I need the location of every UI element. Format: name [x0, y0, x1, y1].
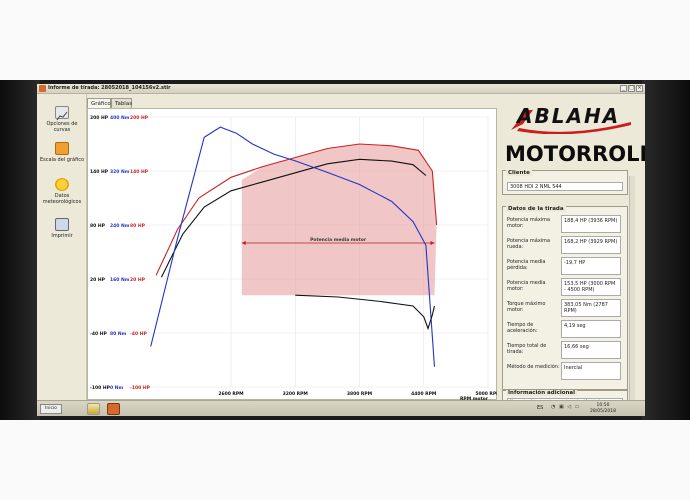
client-title: Cliente: [506, 170, 532, 176]
average-label: Potencia media motor: [310, 237, 367, 243]
tray-clock[interactable]: 10:50 28/05/2018: [585, 403, 621, 414]
right-panel-scrollbar[interactable]: [629, 176, 635, 402]
y-tick-label-hp: -100 HP: [90, 385, 111, 391]
tab-graficos[interactable]: Gráficos: [87, 98, 114, 108]
sidebar-item-label: Escala del gráfico: [39, 157, 85, 163]
sidebar-item-label: Datos meteorológicos: [42, 193, 82, 205]
tray-icons[interactable]: ◔ ▣ ◁ ▭: [551, 404, 580, 410]
chart-panel: Potencia media motor 200 HP 400 Nm 200 HP 14…: [87, 108, 498, 401]
window-title: Informe de tirada: 28052018_104156v2.sti…: [48, 85, 171, 91]
y-tick-label-hp-red: 140 HP: [130, 169, 149, 175]
accel-time-value: 4,19 seg: [561, 320, 621, 338]
avg-loss-power-label: Potencia media pérdida:: [507, 259, 546, 271]
max-torque-label: Torque máximo motor:: [507, 301, 546, 313]
method-label: Método de medición:: [507, 364, 560, 370]
avg-engine-power-label: Potencia media motor:: [507, 280, 546, 292]
monitor-bezel-left: [0, 80, 40, 420]
app-icon: [39, 85, 46, 92]
y-tick-label-hp-red: 80 HP: [130, 223, 146, 229]
x-tick-label: 4400 RPM: [411, 391, 437, 397]
taskbar: Inicio ES ◔ ▣ ◁ ▭ 10:50 28/05/2018: [37, 400, 645, 416]
y-tick-label-nm: 240 Nm: [110, 223, 130, 229]
y-tick-label-nm: 0 Nm: [110, 385, 123, 391]
minimize-button[interactable]: _: [620, 85, 627, 92]
brand-logo: ABLAHA MOTORROLL: [503, 100, 645, 178]
x-tick-label: 3800 RPM: [347, 391, 373, 397]
total-time-value: 16,66 seg: [561, 341, 621, 359]
total-time-label: Tiempo total de tirada:: [507, 343, 547, 355]
y-tick-label-nm: 320 Nm: [110, 169, 130, 175]
x-tick-label: 2600 RPM: [218, 391, 244, 397]
y-tick-label-nm: 400 Nm: [110, 115, 130, 121]
series-line-3: [295, 294, 435, 331]
start-button[interactable]: Inicio: [40, 404, 62, 414]
max-torque-value: 383,05 Nm (2787 RPM): [561, 299, 621, 317]
max-engine-power-value: 188,4 HP (3936 RPM): [561, 215, 621, 233]
y-tick-label-hp-red: 200 HP: [130, 115, 149, 121]
accel-time-label: Tiempo de aceleración:: [507, 322, 538, 334]
y-tick-label-hp-red: -100 HP: [130, 385, 151, 391]
y-tick-label-hp: 200 HP: [90, 115, 109, 121]
y-tick-label-hp-red: 20 HP: [130, 277, 146, 283]
curve-options-icon: [55, 106, 69, 121]
max-wheel-power-value: 168,2 HP (3929 RPM): [561, 236, 621, 254]
run-data-section: Datos de la tirada Potencia máxima motor…: [502, 206, 628, 390]
average-power-area: [241, 144, 437, 296]
logo-bottom-text: MOTORROLL: [505, 142, 645, 166]
maximize-button[interactable]: □: [628, 85, 635, 92]
y-tick-label-hp: 80 HP: [90, 223, 106, 229]
run-data-title: Datos de la tirada: [506, 206, 566, 212]
chart-scale-icon: [55, 142, 69, 155]
monitor-bezel-right: [642, 80, 690, 420]
sidebar-item-label: Opciones de curvas: [46, 121, 78, 133]
tab-tablas[interactable]: Tablas: [111, 98, 132, 108]
max-engine-power-label: Potencia máxima motor:: [507, 217, 551, 229]
y-tick-label-hp-red: -40 HP: [130, 331, 147, 337]
right-panel: ABLAHA MOTORROLL Cliente 3008 HDI 2 NML …: [497, 94, 645, 406]
window-titlebar[interactable]: Informe de tirada: 28052018_104156v2.sti…: [37, 84, 645, 94]
printer-icon: [55, 218, 69, 231]
max-wheel-power-label: Potencia máxima rueda:: [507, 238, 551, 250]
dyno-app-icon[interactable]: [107, 403, 120, 415]
client-section: Cliente 3008 HDI 2 NML 544: [502, 170, 628, 195]
tray-language[interactable]: ES: [537, 405, 543, 411]
y-tick-label-nm: 80 Nm: [110, 331, 127, 337]
y-tick-label-hp: -40 HP: [90, 331, 107, 337]
folder-icon[interactable]: [87, 403, 100, 415]
y-tick-label-hp: 140 HP: [90, 169, 109, 175]
avg-engine-power-value: 153,5 HP (3000 RPM - 4500 RPM): [561, 278, 621, 296]
sidebar-item-chart-scale[interactable]: Escala del gráfico: [39, 142, 85, 163]
avg-loss-power-value: -19,7 HP: [561, 257, 621, 275]
screen: Informe de tirada: 28052018_104156v2.sti…: [37, 84, 645, 416]
info-title: Información adicional: [506, 390, 578, 396]
x-tick-label: 3200 RPM: [283, 391, 309, 397]
dyno-chart: Potencia media motor 200 HP 400 Nm 200 HP 14…: [90, 115, 498, 401]
sidebar: Opciones de curvas Escala del gráfico Da…: [37, 94, 87, 400]
client-field[interactable]: 3008 HDI 2 NML 544: [507, 182, 623, 191]
sidebar-item-weather[interactable]: Datos meteorológicos: [39, 178, 85, 205]
weather-icon: [55, 178, 69, 191]
clock-date: 28/05/2018: [590, 408, 616, 414]
y-tick-label-nm: 160 Nm: [110, 277, 130, 283]
y-tick-label-hp: 20 HP: [90, 277, 106, 283]
sidebar-item-print[interactable]: Imprimir: [39, 218, 85, 239]
logo-top-text: ABLAHA: [517, 104, 621, 128]
close-button[interactable]: ×: [636, 85, 643, 92]
info-section: Información adicional No se ha ingresado…: [502, 390, 628, 406]
sidebar-item-curve-options[interactable]: Opciones de curvas: [39, 106, 85, 133]
sidebar-item-label: Imprimir: [51, 233, 73, 239]
method-value: Inercial: [561, 362, 621, 380]
